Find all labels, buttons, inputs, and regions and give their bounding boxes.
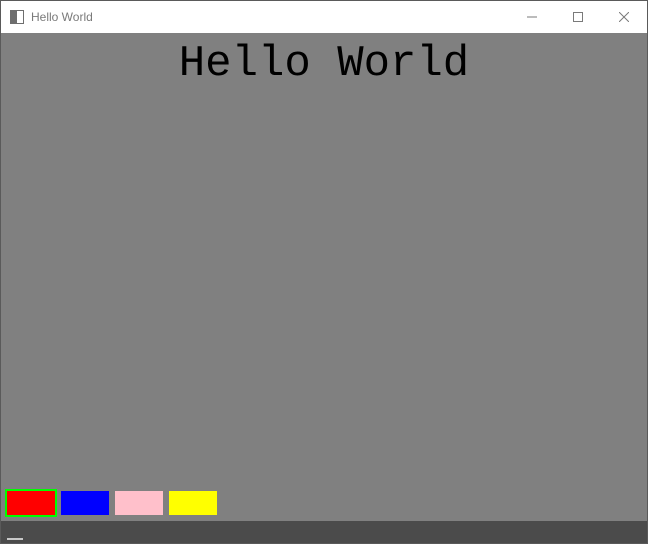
color-swatch-pink[interactable]: [113, 489, 165, 517]
status-indicator: [7, 538, 23, 540]
app-icon: [9, 9, 25, 25]
close-button[interactable]: [601, 1, 647, 33]
application-window: Hello World Hello World: [0, 0, 648, 544]
minimize-button[interactable]: [509, 1, 555, 33]
window-controls: [509, 1, 647, 33]
client-area: Hello World: [1, 33, 647, 543]
window-title: Hello World: [31, 10, 509, 24]
maximize-button[interactable]: [555, 1, 601, 33]
status-bar: [1, 521, 647, 543]
titlebar: Hello World: [1, 1, 647, 33]
color-swatch-blue[interactable]: [59, 489, 111, 517]
color-swatch-red[interactable]: [5, 489, 57, 517]
color-palette: [1, 487, 647, 521]
spacer: [1, 89, 647, 487]
color-swatch-yellow[interactable]: [167, 489, 219, 517]
page-title: Hello World: [1, 39, 647, 89]
